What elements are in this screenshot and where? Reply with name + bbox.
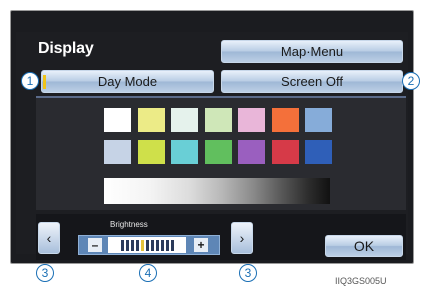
screen-off-button[interactable]: Screen Off: [221, 70, 403, 93]
ok-button[interactable]: OK: [325, 235, 403, 257]
callout-3-right: 3: [239, 264, 257, 282]
image-code: IIQ3GS005U: [335, 276, 387, 286]
brightness-tick: [150, 239, 154, 251]
color-swatch: [305, 108, 332, 132]
brightness-minus-button[interactable]: –: [88, 238, 102, 252]
day-mode-button[interactable]: Day Mode: [41, 70, 214, 93]
color-swatch: [137, 108, 165, 132]
color-swatch: [204, 108, 232, 132]
brightness-left-arrow-button[interactable]: ‹: [38, 222, 60, 254]
map-menu-button[interactable]: Map·Menu: [221, 40, 403, 63]
brightness-tick: [140, 239, 144, 251]
color-swatch: [305, 140, 332, 164]
brightness-tick: [120, 239, 124, 251]
brightness-tick: [135, 239, 139, 251]
brightness-tick: [155, 239, 159, 251]
page-title: Display: [38, 40, 94, 57]
grayscale-gradient: [104, 178, 330, 204]
brightness-tick: [125, 239, 129, 251]
color-swatch: [238, 140, 265, 164]
color-swatch: [137, 140, 165, 164]
color-swatch: [171, 140, 198, 164]
brightness-level-indicator[interactable]: [108, 237, 186, 253]
brightness-tick: [165, 239, 169, 251]
callout-3-left: 3: [36, 264, 54, 282]
brightness-tick: [130, 239, 134, 251]
brightness-plus-button[interactable]: +: [194, 238, 208, 252]
brightness-right-arrow-button[interactable]: ›: [231, 222, 253, 254]
color-swatch: [271, 108, 299, 132]
color-swatch: [171, 108, 198, 132]
brightness-tick: [170, 239, 174, 251]
callout-2: 2: [402, 72, 420, 90]
callout-4: 4: [139, 264, 157, 282]
color-swatch: [271, 140, 299, 164]
callout-1: 1: [21, 72, 39, 90]
brightness-label: Brightness: [110, 220, 148, 229]
color-swatch: [104, 140, 131, 164]
color-swatch: [204, 140, 232, 164]
brightness-tick: [160, 239, 164, 251]
color-swatch: [104, 108, 131, 132]
day-mode-indicator: [43, 75, 46, 89]
brightness-tick: [145, 239, 149, 251]
color-swatch: [238, 108, 265, 132]
